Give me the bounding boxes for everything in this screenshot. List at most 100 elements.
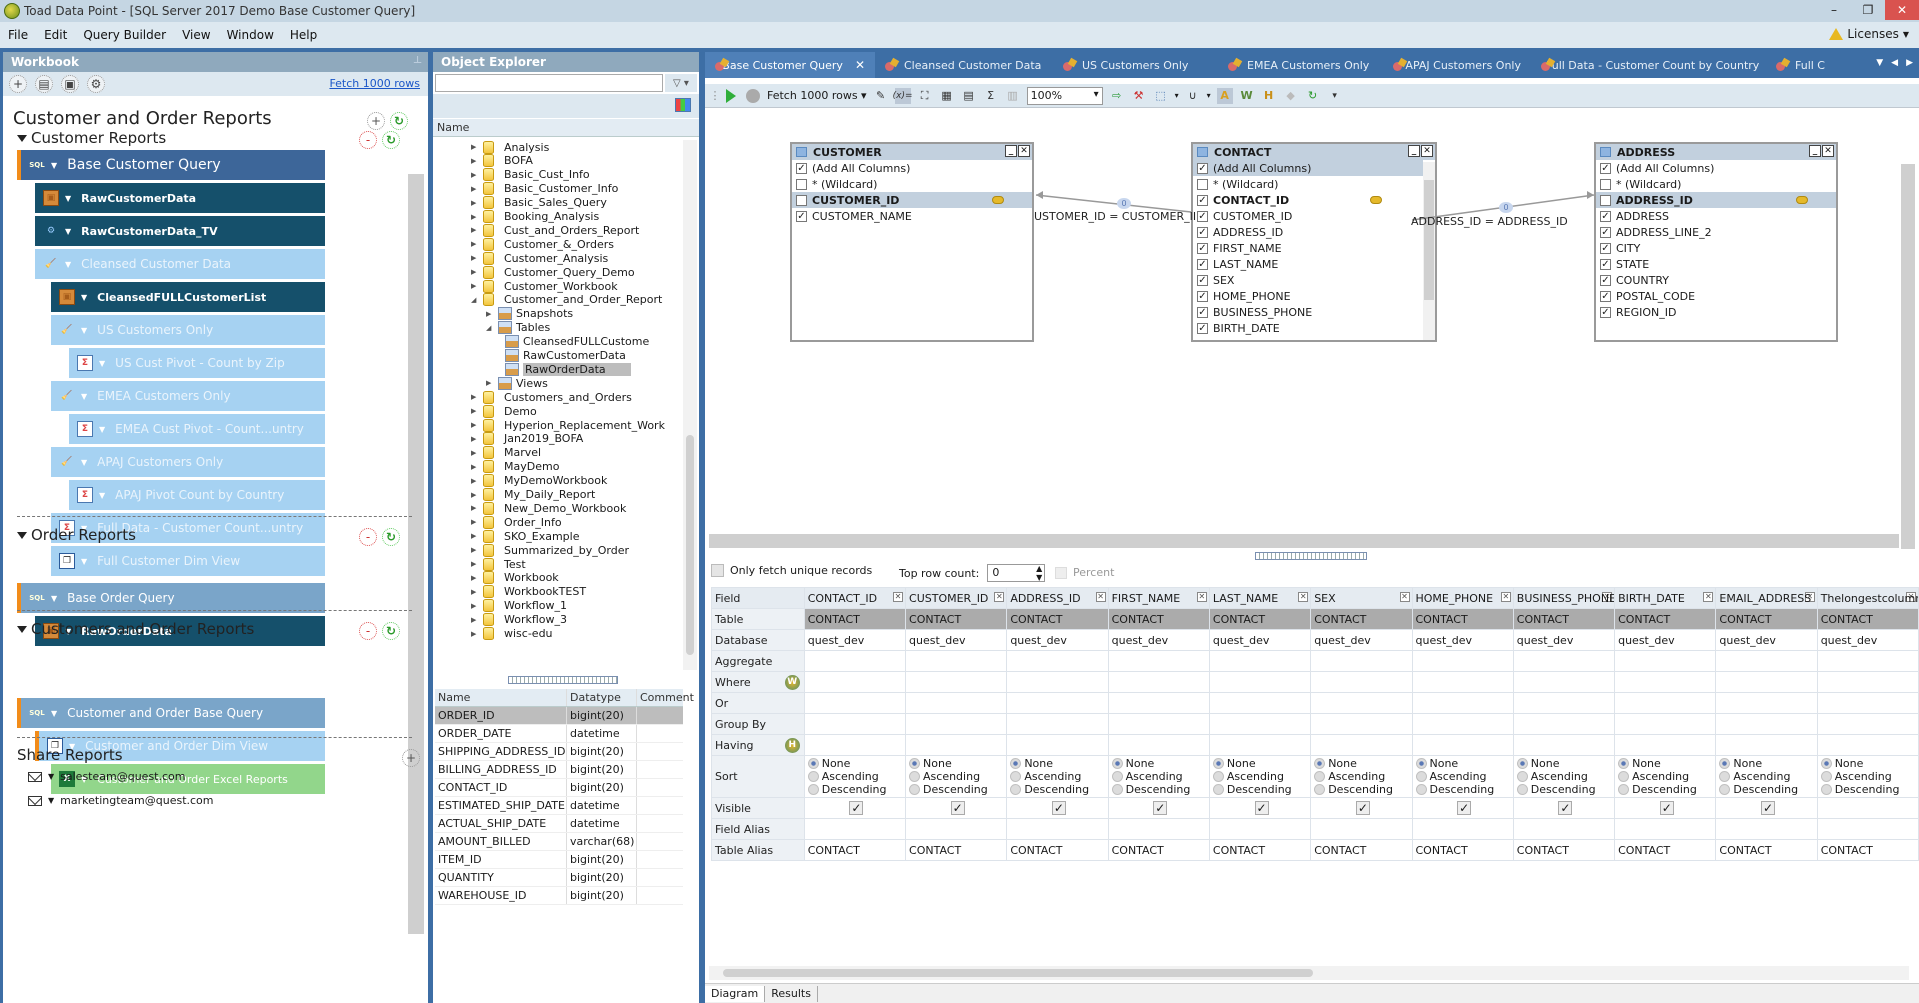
grid-cell[interactable]: None Ascending Descending bbox=[1310, 755, 1413, 798]
column-row[interactable]: AMOUNT_BILLED varchar(68) bbox=[435, 833, 683, 851]
expand-arrow-icon[interactable]: ▶ bbox=[471, 560, 479, 568]
tree-node[interactable]: ▶ Customers_and_Orders bbox=[471, 390, 632, 404]
diagram-table-header[interactable]: CUSTOMER _ ✕ bbox=[792, 144, 1032, 160]
radio-button[interactable] bbox=[1111, 784, 1123, 795]
diagram-vscroll[interactable] bbox=[1901, 164, 1915, 549]
grid-cell[interactable] bbox=[905, 650, 1008, 672]
grid-cell[interactable] bbox=[803, 734, 907, 756]
grid-cell[interactable] bbox=[1411, 818, 1514, 840]
column-checkbox[interactable]: ✓ bbox=[796, 162, 807, 174]
sort-radio-ascending[interactable]: Ascending bbox=[1820, 770, 1918, 783]
gear-icon[interactable]: ⚙ bbox=[87, 75, 105, 93]
grid-cell[interactable]: ✕ HOME_PHONE bbox=[1411, 587, 1514, 609]
spinner-icon[interactable]: ▲ ▼ bbox=[1036, 564, 1042, 582]
collapse-arrow-icon[interactable]: ◢ bbox=[486, 324, 494, 332]
tree-node[interactable]: ▶ Test bbox=[471, 557, 526, 571]
grid-cell[interactable] bbox=[1614, 671, 1717, 693]
sort-radio-none[interactable]: None bbox=[1415, 757, 1513, 770]
column-row[interactable]: ITEM_ID bigint(20) bbox=[435, 851, 683, 869]
grid-cell[interactable]: None Ascending Descending bbox=[1512, 755, 1616, 798]
share-recipient[interactable]: ▼ salesteam@quest.com bbox=[28, 770, 185, 783]
radio-button[interactable] bbox=[1415, 771, 1427, 782]
grid-cell[interactable]: ✕ SEX bbox=[1310, 587, 1413, 609]
document-tab[interactable]: US Customers Only bbox=[1053, 52, 1218, 78]
workbook-node[interactable]: ▣ ▼ RawCustomerData bbox=[35, 183, 325, 213]
column-row[interactable]: ORDER_DATE datetime bbox=[435, 725, 683, 743]
radio-button[interactable] bbox=[1516, 758, 1528, 769]
sort-radio-none[interactable]: None bbox=[1618, 757, 1715, 770]
column-header[interactable]: Comment bbox=[637, 689, 694, 706]
chevron-down-icon[interactable]: ▼ bbox=[81, 293, 87, 302]
grid-cell[interactable]: None Ascending Descending bbox=[1816, 755, 1919, 798]
grid-cell[interactable]: quest_dev bbox=[1208, 629, 1312, 651]
contact-table-scrollbar[interactable] bbox=[1423, 162, 1435, 340]
grid-cell[interactable] bbox=[905, 692, 1008, 714]
radio-button[interactable] bbox=[1010, 784, 1022, 795]
grid-cell[interactable] bbox=[905, 713, 1008, 735]
grid-cell[interactable]: quest_dev bbox=[1006, 629, 1109, 651]
collapse-triangle-icon[interactable] bbox=[17, 625, 27, 633]
grid-cell[interactable]: CONTACT bbox=[1816, 608, 1919, 630]
visible-checkbox[interactable]: ✓ bbox=[849, 801, 864, 815]
grid-cell[interactable]: ✕ BUSINESS_PHONE bbox=[1512, 587, 1616, 609]
radio-button[interactable] bbox=[1618, 758, 1630, 769]
radio-button[interactable] bbox=[1820, 771, 1832, 782]
grid-cell[interactable]: None Ascending Descending bbox=[1107, 755, 1210, 798]
column-checkbox[interactable]: ✓ bbox=[1600, 210, 1611, 222]
sort-radio-none[interactable]: None bbox=[1516, 757, 1614, 770]
grid-cell[interactable]: ✓ bbox=[803, 797, 907, 819]
radio-button[interactable] bbox=[807, 771, 819, 782]
panel-splitter[interactable] bbox=[508, 676, 618, 684]
diagram-column-row[interactable]: ✓ COUNTRY bbox=[1596, 272, 1836, 288]
column-checkbox[interactable] bbox=[1600, 194, 1611, 206]
column-row[interactable]: SHIPPING_ADDRESS_ID bigint(20) bbox=[435, 743, 683, 761]
diagram-table-header[interactable]: CONTACT _ ✕ bbox=[1193, 144, 1435, 160]
radio-button[interactable] bbox=[1820, 784, 1832, 795]
column-checkbox[interactable]: ✓ bbox=[796, 210, 807, 222]
tree-node[interactable]: ▶ Customer_&_Orders bbox=[471, 237, 614, 251]
document-tab[interactable]: EMEA Customers Only bbox=[1218, 52, 1383, 78]
expand-arrow-icon[interactable]: ▶ bbox=[471, 602, 479, 610]
workbook-node[interactable]: ❐ ▼ Full Customer Dim View bbox=[51, 546, 325, 576]
panel-splitter[interactable] bbox=[1255, 552, 1367, 560]
expand-arrow-icon[interactable]: ▶ bbox=[471, 393, 479, 401]
workbook-node[interactable]: SQL ▼ Base Customer Query bbox=[17, 150, 325, 180]
grid-cell[interactable]: CONTACT bbox=[1614, 839, 1717, 861]
radio-button[interactable] bbox=[909, 771, 921, 782]
join-condition-label[interactable]: USTOMER_ID = CUSTOMER_II bbox=[1034, 210, 1196, 223]
visible-checkbox[interactable]: ✓ bbox=[1558, 801, 1573, 815]
workbook-node[interactable]: SQL ▼ Customer and Order Base Query bbox=[17, 698, 325, 728]
tree-node[interactable]: ▶ Order_Info bbox=[471, 515, 562, 529]
radio-button[interactable] bbox=[1618, 771, 1630, 782]
grid-cell[interactable]: CONTACT bbox=[1816, 839, 1919, 861]
sort-radio-descending[interactable]: Descending bbox=[1618, 783, 1715, 796]
export-icon[interactable]: ⇨ bbox=[1109, 88, 1125, 104]
remove-column-icon[interactable]: ✕ bbox=[1500, 591, 1511, 602]
workbook-node[interactable]: ⚙ ▼ RawCustomerData_TV bbox=[35, 216, 325, 246]
radio-button[interactable] bbox=[1111, 758, 1123, 769]
zoom-select[interactable]: 100% bbox=[1026, 86, 1103, 105]
tree-node[interactable]: ▶ MyDemoWorkbook bbox=[471, 474, 607, 488]
close-tab-icon[interactable]: ✕ bbox=[855, 58, 865, 72]
tree-node[interactable]: ▶ Jan2019_BOFA bbox=[471, 432, 583, 446]
chevron-down-icon[interactable]: ▼ bbox=[99, 425, 105, 434]
tree-node[interactable]: ▶ Workflow_1 bbox=[471, 599, 567, 613]
grid-cell[interactable] bbox=[1816, 671, 1919, 693]
fetch-rows-dropdown[interactable]: Fetch 1000 rows ▾ bbox=[767, 89, 867, 102]
radio-button[interactable] bbox=[1314, 784, 1326, 795]
remove-column-icon[interactable]: ✕ bbox=[1399, 591, 1410, 602]
grid-cell[interactable]: None Ascending Descending bbox=[1715, 755, 1818, 798]
expand-arrow-icon[interactable]: ▶ bbox=[471, 504, 479, 512]
open-folder-icon[interactable]: ▤ bbox=[35, 75, 53, 93]
grid-cell[interactable] bbox=[1208, 692, 1312, 714]
column-checkbox[interactable]: ✓ bbox=[1197, 210, 1208, 222]
close-button[interactable]: ✕ bbox=[1885, 0, 1919, 20]
expand-arrow-icon[interactable]: ▶ bbox=[471, 518, 479, 526]
document-tab[interactable]: Base Customer Query ✕ bbox=[705, 52, 875, 78]
object-tree-scrollbar[interactable] bbox=[683, 140, 697, 670]
close-icon[interactable]: ✕ bbox=[1421, 145, 1433, 157]
grid-cell[interactable]: ✓ bbox=[1208, 797, 1312, 819]
unique-records-checkbox[interactable]: Only fetch unique records bbox=[711, 564, 872, 577]
checkbox[interactable] bbox=[711, 564, 724, 577]
grid-cell[interactable]: ✓ bbox=[1310, 797, 1413, 819]
